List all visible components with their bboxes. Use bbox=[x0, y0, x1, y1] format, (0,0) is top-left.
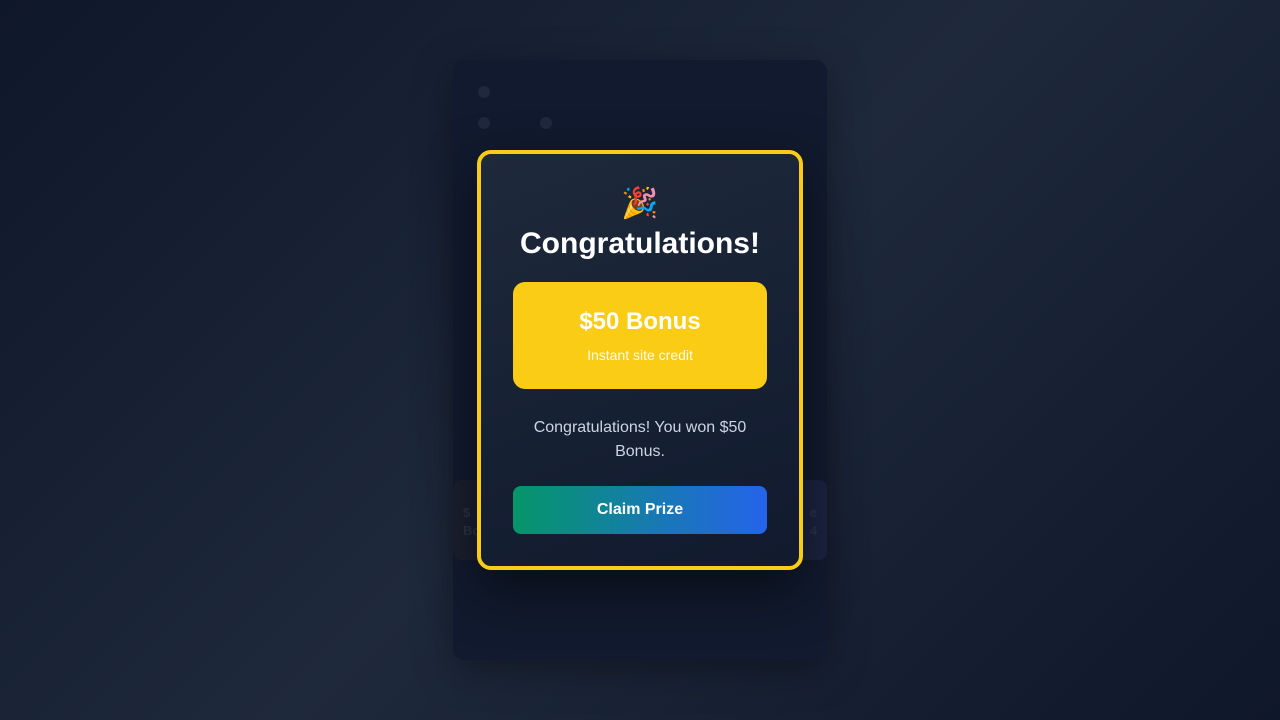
background-dot bbox=[478, 117, 490, 129]
background-dot bbox=[478, 86, 490, 98]
prize-box: $50 Bonus Instant site credit bbox=[513, 282, 767, 389]
prize-message: Congratulations! You won $50 Bonus. bbox=[533, 419, 747, 460]
modal-title: Congratulations! bbox=[520, 227, 760, 260]
prize-subtitle: Instant site credit bbox=[587, 347, 693, 363]
background-dot bbox=[540, 117, 552, 129]
prize-amount: $50 Bonus bbox=[579, 308, 701, 335]
claim-prize-button[interactable]: Claim Prize bbox=[513, 486, 767, 534]
party-popper-icon: 🎉 bbox=[621, 187, 659, 220]
prize-modal: 🎉 Congratulations! $50 Bonus Instant sit… bbox=[477, 150, 803, 570]
